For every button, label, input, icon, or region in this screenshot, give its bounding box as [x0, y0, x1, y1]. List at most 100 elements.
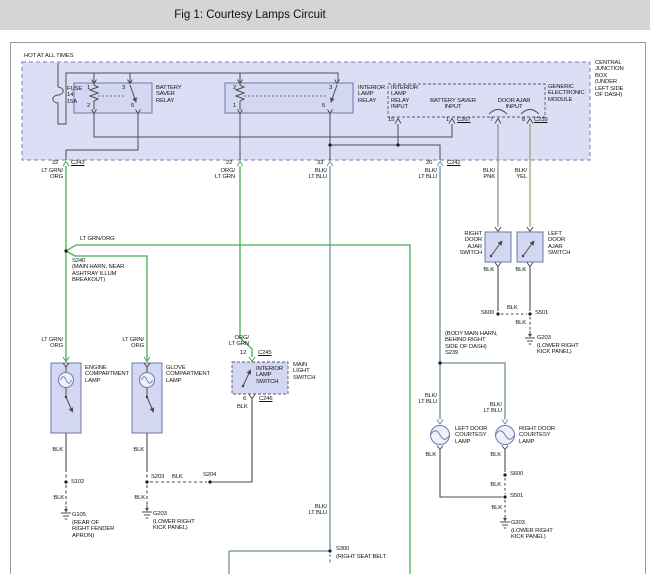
wire-blk-ils-label: BLK — [237, 404, 248, 410]
gem-pin1-label: 1 — [446, 117, 449, 123]
ilr-pin2-label: 2 — [233, 85, 236, 91]
left-door-ajar-switch — [517, 232, 543, 262]
wire-blk-courtesy2-label: BLK — [480, 505, 502, 511]
wire-blk-ldas-label: BLK — [504, 267, 526, 273]
generic-electronic-module-label: GENERIC ELECTRONIC MODULE — [548, 84, 584, 103]
ground-g203-ajar-label: G203 — [537, 335, 551, 341]
gem-pin8-label: 8 — [522, 117, 525, 123]
pin22-label: 22 — [226, 160, 232, 166]
ground-g203-glove-location: (LOWER RIGHT KICK PANEL) — [153, 519, 195, 532]
fuse-label: FUSE 14 15A — [67, 86, 82, 105]
wire-blk-lcl-label: BLK — [414, 452, 436, 458]
central-junction-box-label: CENTRAL JUNCTION BOX (UNDER LEFT SIDE OF… — [595, 60, 624, 98]
battery-saver-relay — [74, 83, 152, 113]
left-door-ajar-switch-label: LEFT DOOR AJAR SWITCH — [548, 231, 570, 257]
right-door-courtesy-lamp — [496, 426, 515, 445]
wire-color-33-label: BLK/ LT BLU — [294, 168, 327, 181]
wire-color-22-label: ORG/ LT GRN — [202, 168, 235, 181]
left-door-courtesy-lamp-label: LEFT DOOR COURTESY LAMP — [455, 426, 487, 445]
gem-interior-lamp-relay-input-label: INTERIOR LAMP RELAY INPUT — [391, 85, 418, 111]
splice-s102-label: S102 — [71, 479, 84, 485]
ground-g203-courtesy-location: (LOWER RIGHT KICK PANEL) — [511, 528, 553, 541]
pin6-label: 6 — [243, 396, 246, 402]
wire-blk-rcl-label: BLK — [479, 452, 501, 458]
gem-door-ajar-input-label: DOOR AJAR INPUT — [489, 98, 539, 111]
ilr-pin1-label: 1 — [233, 103, 236, 109]
splice-s501-courtesy-label: S501 — [510, 493, 523, 499]
wire-glove-feed-label: LT GRN/ ORG — [111, 337, 144, 350]
bsr-pin1-label: 1 — [87, 85, 90, 91]
ground-g105-location: (REAR OF RIGHT FENDER APRON) — [72, 520, 114, 539]
wire-color-33b-label: BLK/ LT BLU — [294, 504, 327, 517]
bsr-pin3-label: 3 — [122, 85, 125, 91]
gem-battery-saver-input-label: BATTERY SAVER INPUT — [420, 98, 486, 111]
wire-color-blk-yel-label: BLK/ YEL — [494, 168, 527, 181]
wire-color-20-label: BLK/ LT BLU — [404, 168, 437, 181]
splice-s203-label: S203 — [151, 474, 164, 480]
ilr-pin3-label: 3 — [329, 85, 332, 91]
splice-s204-label: S204 — [203, 472, 216, 478]
ground-g203-glove-icon — [142, 505, 152, 518]
splice-s300-label: S300 — [336, 546, 349, 552]
courtesy-lamps-wiring-page: { "title": "Fig 1: Courtesy Lamps Circui… — [0, 0, 650, 574]
wire-engine-feed-label: LT GRN/ ORG — [30, 337, 63, 350]
wire-blk-glove-label: BLK — [122, 447, 144, 453]
ground-g105-label: G105 — [72, 512, 86, 518]
connector-c239-label: C239 — [534, 117, 547, 123]
splice-s600-ajar-label: S600 — [472, 310, 494, 316]
wire-color-32-label: LT GRN/ ORG — [30, 168, 63, 181]
ground-g203-glove-label: G203 — [153, 511, 167, 517]
wire-lt-grn-org-main-label: LT GRN/ORG — [80, 236, 115, 242]
right-door-ajar-switch — [485, 232, 511, 262]
pin32-label: 32 — [52, 160, 58, 166]
interior-lamp-relay-label: INTERIOR LAMP RELAY — [358, 85, 385, 104]
glove-compartment-lamp — [132, 363, 162, 433]
wire-s300-run — [229, 551, 330, 574]
wire-blk-glove2-label: BLK — [123, 495, 145, 501]
splice-s600-courtesy-label: S600 — [510, 471, 523, 477]
glove-compartment-lamp-label: GLOVE COMPARTMENT LAMP — [166, 365, 210, 384]
pin12-label: 12 — [240, 350, 246, 356]
connector-c243-label: C243 — [71, 160, 84, 166]
connector-c267-label: C267 — [457, 117, 470, 123]
wire-left-courtesy-label: BLK/ LT BLU — [404, 393, 437, 406]
wire-blk-courtesy1-label: BLK — [479, 482, 501, 488]
gem-pin7-label: 7 — [490, 117, 493, 123]
wire-blk-engine2-label: BLK — [42, 495, 64, 501]
wire-blk-rdas-label: BLK — [472, 267, 494, 273]
interior-lamp-relay — [225, 83, 353, 113]
bsr-pin5-label: 5 — [131, 103, 134, 109]
wire-blk-s203-s204-label: BLK — [172, 474, 183, 480]
right-door-courtesy-lamp-label: RIGHT DOOR COURTESY LAMP — [519, 426, 555, 445]
pin20-label: 20 — [426, 160, 432, 166]
connector-c246-label: C246 — [259, 396, 272, 402]
wire-right-courtesy-label: BLK/ LT BLU — [469, 402, 502, 415]
wire-blk-ajar-gnd-label: BLK — [504, 320, 526, 326]
connector-c245-label: C245 — [258, 350, 271, 356]
wire-blk-ajar-link-label: BLK — [507, 305, 518, 311]
splice-s239-label: (BODY MAIN HARN, BEHIND RIGHT SIDE OF DA… — [445, 331, 497, 357]
wire-blk-engine-label: BLK — [41, 447, 63, 453]
wire-color-blk-pnk-label: BLK/ PNK — [462, 168, 495, 181]
ground-g203-courtesy-label: G203 — [511, 520, 525, 526]
wire-org-lt-grn — [240, 166, 252, 357]
interior-lamp-switch-label: INTERIOR LAMP SWITCH — [256, 366, 283, 385]
ground-g203-courtesy-icon — [500, 515, 510, 528]
splice-s300-location: (RIGHT SEAT BELT — [336, 554, 386, 560]
gem-pin15-label: 15 — [388, 117, 394, 123]
ilr-pin5-label: 5 — [322, 103, 325, 109]
right-door-ajar-switch-label: RIGHT DOOR AJAR SWITCH — [448, 231, 482, 257]
left-door-courtesy-lamp — [431, 426, 450, 445]
engine-compartment-lamp — [51, 363, 81, 433]
connector-c242-label: C242 — [447, 160, 460, 166]
splice-s240-label: S240 (MAIN HARN, NEAR ASHTRAY ILLUM BREA… — [72, 258, 124, 284]
bsr-pin2-label: 2 — [87, 103, 90, 109]
wire-switch-feed-label: ORG/ LT GRN — [216, 335, 249, 348]
ground-g203-ajar-location: (LOWER RIGHT KICK PANEL) — [537, 343, 579, 356]
pin33-label: 33 — [317, 160, 323, 166]
splice-s501-ajar-label: S501 — [535, 310, 548, 316]
main-light-switch-label: MAIN LIGHT SWITCH — [293, 362, 315, 381]
battery-saver-relay-label: BATTERY SAVER RELAY — [156, 85, 182, 104]
hot-at-all-times-label: HOT AT ALL TIMES — [24, 53, 73, 59]
engine-compartment-lamp-label: ENGINE COMPARTMENT LAMP — [85, 365, 129, 384]
